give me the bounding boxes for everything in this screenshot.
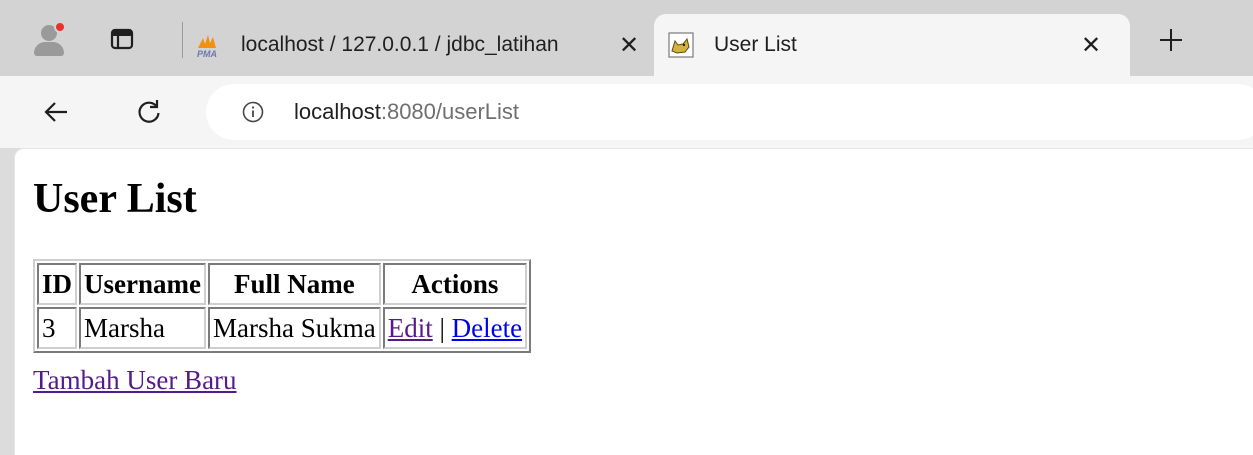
tab-phpmyadmin[interactable]: PMA localhost / 127.0.0.1 / jdbc_latihan… (190, 14, 646, 76)
tab-strip: PMA localhost / 127.0.0.1 / jdbc_latihan… (0, 0, 1253, 76)
tomcat-icon (668, 32, 694, 58)
tab-title: User List (714, 33, 797, 56)
table-header-row: ID Username Full Name Actions (37, 263, 528, 305)
svg-text:PMA: PMA (197, 49, 217, 58)
column-header-actions: Actions (382, 263, 528, 305)
column-header-full-name: Full Name (207, 263, 381, 305)
page-viewport: User List ID Username Full Name Actions … (14, 148, 1253, 455)
close-tab-icon[interactable]: ✕ (1074, 28, 1108, 62)
add-user-link[interactable]: Tambah User Baru (33, 365, 237, 396)
browser-toolbar: localhost:8080/userList (0, 76, 1253, 148)
tab-user-list[interactable]: User List ✕ (654, 14, 1130, 76)
column-header-username: Username (79, 263, 206, 305)
site-info-icon[interactable] (242, 101, 264, 123)
url-path: :8080/userList (380, 99, 520, 124)
new-tab-icon[interactable] (1150, 19, 1192, 61)
delete-link[interactable]: Delete (452, 313, 522, 343)
page-title: User List (33, 176, 197, 222)
reload-icon[interactable] (129, 92, 169, 132)
cell-full-name: Marsha Sukma (207, 307, 381, 349)
user-table: ID Username Full Name Actions 3 Marsha M… (33, 259, 532, 353)
cell-id: 3 (37, 307, 78, 349)
url-host: localhost (294, 99, 381, 124)
address-bar[interactable]: localhost:8080/userList (206, 84, 1253, 140)
tab-title: localhost / 127.0.0.1 / jdbc_latihan (241, 33, 559, 56)
back-arrow-icon[interactable] (36, 92, 76, 132)
cell-actions: Edit | Delete (382, 307, 528, 349)
column-header-id: ID (37, 263, 78, 305)
phpmyadmin-icon: PMA (197, 35, 217, 58)
profile-avatar-icon[interactable] (30, 20, 68, 58)
url-text[interactable]: localhost:8080/userList (294, 99, 519, 125)
table-row: 3 Marsha Marsha Sukma Edit | Delete (37, 307, 528, 349)
action-separator: | (432, 312, 452, 343)
edit-link[interactable]: Edit (388, 313, 433, 343)
tab-separator (182, 22, 183, 58)
cell-username: Marsha (79, 307, 206, 349)
close-tab-icon[interactable]: ✕ (612, 28, 646, 62)
sidebar-toggle-icon[interactable] (109, 26, 135, 52)
